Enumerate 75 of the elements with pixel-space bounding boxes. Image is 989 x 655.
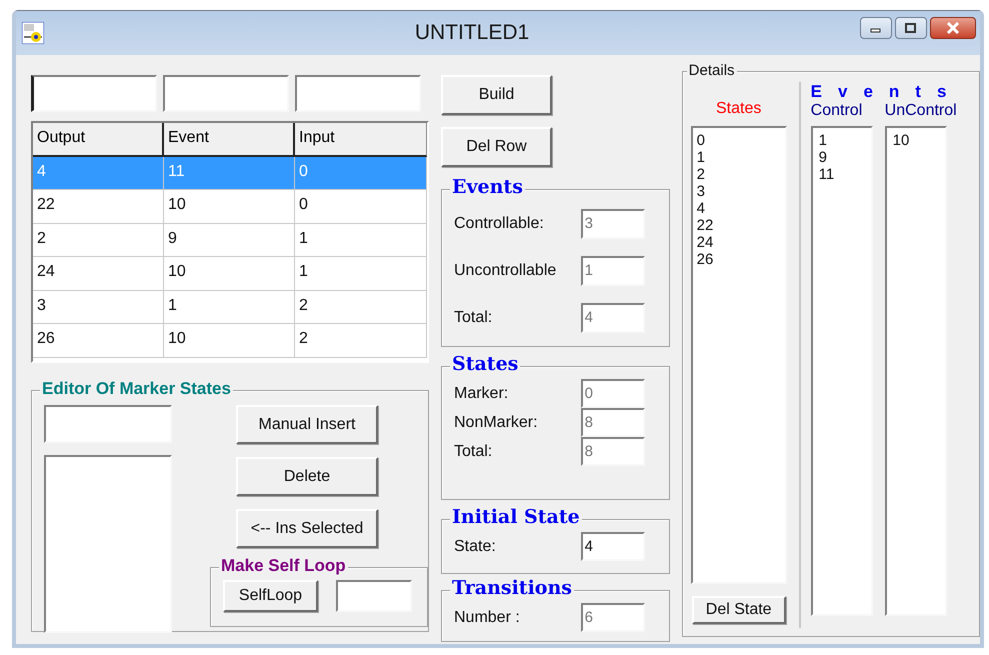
button[interactable]: Manual Insert xyxy=(236,405,378,444)
input-field[interactable] xyxy=(295,75,421,112)
field-label: State: xyxy=(454,538,496,556)
field-label: Uncontrollable xyxy=(454,262,556,280)
close-icon xyxy=(946,22,960,34)
table-cell: 9 xyxy=(164,224,295,257)
list-item[interactable]: 4 xyxy=(696,200,781,217)
list-item[interactable]: 3 xyxy=(696,183,781,200)
table-cell: 26 xyxy=(33,324,164,358)
button[interactable]: Delete xyxy=(236,457,378,496)
button[interactable]: Build xyxy=(441,75,552,115)
field-label: Number : xyxy=(454,608,520,626)
list-item[interactable]: 26 xyxy=(696,251,781,268)
table-row[interactable]: 26 10 2 xyxy=(33,324,427,358)
table-cell: 11 xyxy=(164,156,295,190)
table-cell: 0 xyxy=(295,156,427,190)
table-cell: 10 xyxy=(164,190,295,224)
list-box[interactable]: 1 9 11 xyxy=(810,126,873,616)
column-label: States xyxy=(716,100,762,118)
field-label: Total: xyxy=(454,442,492,460)
table-cell: 22 xyxy=(33,190,164,224)
field-label: Controllable: xyxy=(454,214,544,232)
column-header[interactable]: Output xyxy=(33,123,164,156)
list-box[interactable]: 0 1 2 3 4 22 24 26 xyxy=(690,126,787,584)
list-item[interactable]: 22 xyxy=(696,217,781,234)
table-cell: 4 xyxy=(33,156,164,190)
column-header[interactable]: Event xyxy=(164,123,295,156)
input-field[interactable] xyxy=(31,75,157,112)
group-title: Make Self Loop xyxy=(219,556,348,576)
table-cell: 2 xyxy=(295,290,427,324)
list-box[interactable]: 10 xyxy=(884,126,947,616)
minimize-button[interactable] xyxy=(860,17,892,39)
section-title: Events xyxy=(810,82,962,102)
table-cell: 24 xyxy=(33,257,164,290)
table-row[interactable]: 3 1 2 xyxy=(33,290,427,324)
button[interactable]: Del Row xyxy=(441,127,552,167)
list-item[interactable]: 1 xyxy=(818,132,865,149)
column-header[interactable]: Input xyxy=(295,123,427,156)
window-title: UNTITLED1 xyxy=(414,21,530,45)
input-field[interactable] xyxy=(163,75,289,112)
column-label: Control xyxy=(810,102,864,121)
input-field[interactable] xyxy=(336,580,412,612)
list-item[interactable]: 1 xyxy=(696,149,781,166)
table-cell: 1 xyxy=(295,257,427,290)
field-label: Marker: xyxy=(454,384,508,402)
table-cell: 0 xyxy=(295,190,427,224)
input-field[interactable] xyxy=(44,405,172,443)
table-cell: 1 xyxy=(164,290,295,324)
list-item[interactable]: 2 xyxy=(696,166,781,183)
list-item[interactable]: 11 xyxy=(818,166,865,183)
close-button[interactable] xyxy=(930,17,976,39)
table-cell: 2 xyxy=(295,324,427,358)
maximize-button[interactable] xyxy=(895,17,927,39)
field-label: NonMarker: xyxy=(454,414,538,432)
list-item[interactable]: 24 xyxy=(696,234,781,251)
table-cell: 2 xyxy=(33,224,164,257)
table-row[interactable]: 22 10 0 xyxy=(33,190,427,224)
list-item[interactable]: 10 xyxy=(892,132,939,149)
maximize-icon xyxy=(905,23,917,33)
table-cell: 1 xyxy=(295,224,427,257)
column-label: UnControl xyxy=(884,102,957,121)
table-cell: 10 xyxy=(164,257,295,290)
list-item[interactable]: 0 xyxy=(696,132,781,149)
self-loop-button[interactable]: SelfLoop xyxy=(223,580,318,612)
list-box[interactable] xyxy=(44,455,172,633)
table-cell: 10 xyxy=(164,324,295,358)
button[interactable]: <-- Ins Selected xyxy=(236,509,378,548)
table-cell: 3 xyxy=(33,290,164,324)
table-row[interactable]: 24 10 1 xyxy=(33,257,427,290)
value-field[interactable]: 4 xyxy=(580,532,645,561)
list-item[interactable]: 9 xyxy=(818,149,865,166)
field-label: Total: xyxy=(454,308,492,326)
button[interactable]: Del State xyxy=(692,596,786,624)
table-row[interactable]: 2 9 1 xyxy=(33,224,427,257)
app-logo-icon xyxy=(22,22,44,44)
